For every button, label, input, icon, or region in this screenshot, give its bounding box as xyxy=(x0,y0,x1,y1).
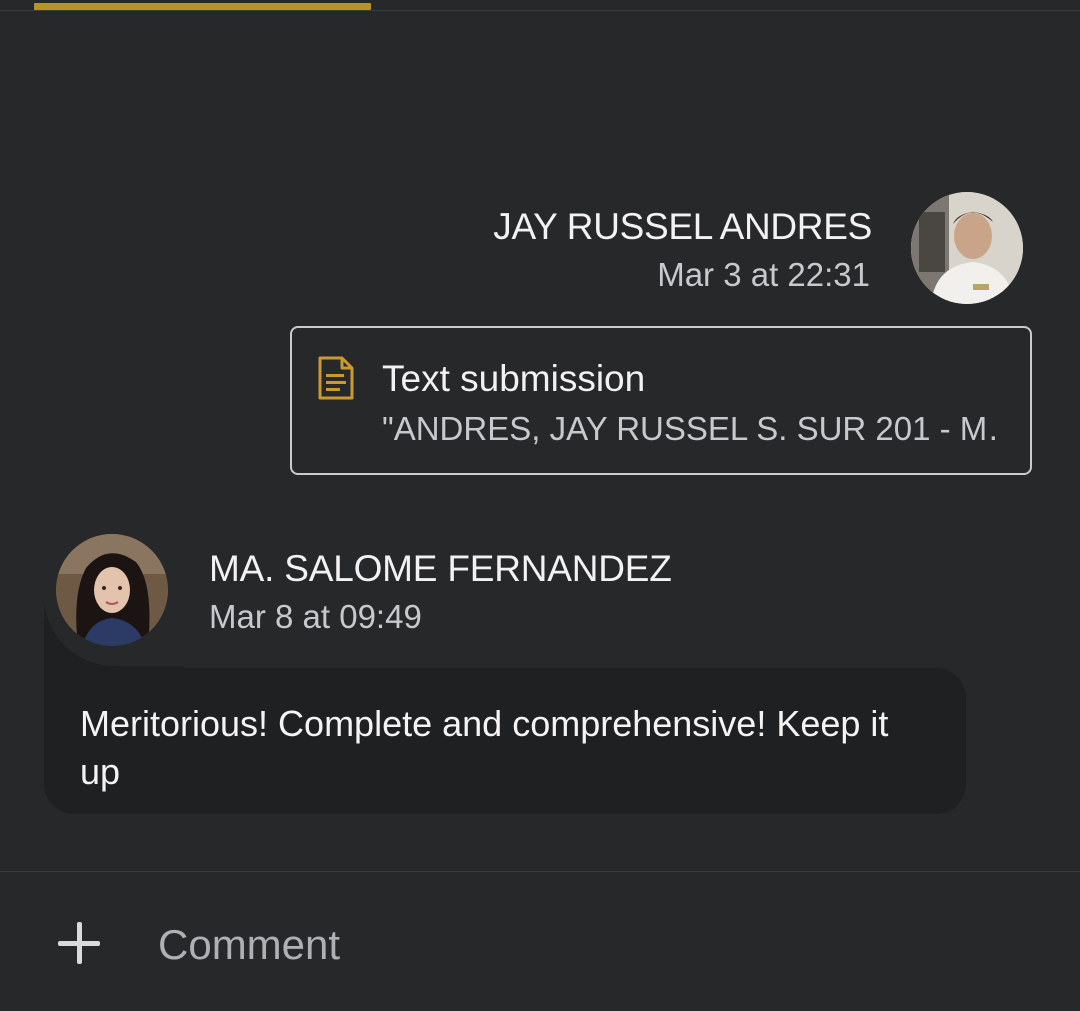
avatar-photo xyxy=(56,534,168,646)
message-timestamp: Mar 3 at 22:31 xyxy=(657,256,870,293)
message-author-name: MA. SALOME FERNANDEZ xyxy=(209,548,672,589)
composer-divider xyxy=(0,871,1080,872)
submission-preview: "ANDRES, JAY RUSSEL S. SUR 201 - M… xyxy=(382,410,1002,447)
submission-title: Text submission xyxy=(382,358,646,399)
tab-bar xyxy=(0,0,1080,12)
avatar[interactable] xyxy=(56,534,168,646)
comment-text: Meritorious! Complete and comprehensive!… xyxy=(80,703,889,792)
message-author-name: JAY RUSSEL ANDRES xyxy=(493,206,872,247)
message-timestamp: Mar 8 at 09:49 xyxy=(209,598,422,635)
avatar[interactable] xyxy=(911,192,1023,304)
text-submission-card[interactable]: Text submission "ANDRES, JAY RUSSEL S. S… xyxy=(290,326,1032,475)
comment-bubble: Meritorious! Complete and comprehensive!… xyxy=(44,668,966,814)
comment-input[interactable] xyxy=(158,912,1038,978)
avatar-photo xyxy=(911,192,1023,304)
add-attachment-button[interactable] xyxy=(52,918,104,970)
tab-bar-divider xyxy=(0,10,1080,11)
active-tab-indicator[interactable] xyxy=(34,3,371,10)
document-icon xyxy=(318,356,354,400)
